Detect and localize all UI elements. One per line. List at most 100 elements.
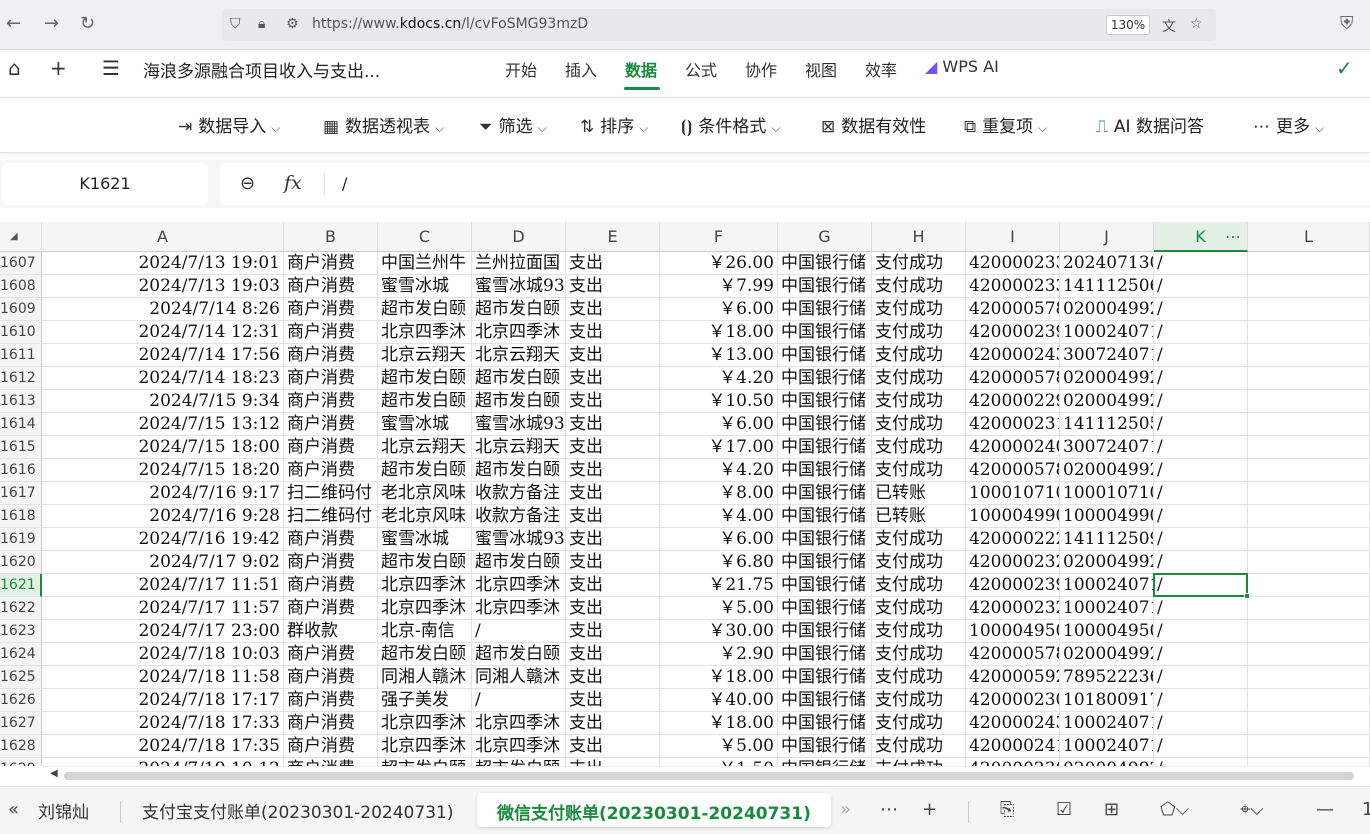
cell-a1620[interactable]: 2024/7/17 9:02: [42, 551, 284, 574]
cell-l1626[interactable]: [1248, 689, 1370, 712]
tab-efficiency[interactable]: 效率: [865, 57, 897, 81]
cell-i1627[interactable]: 4200002432: [966, 712, 1060, 735]
cell-e1623[interactable]: 支出: [566, 620, 660, 643]
cell-i1622[interactable]: 4200002321: [966, 597, 1060, 620]
cell-h1622[interactable]: 支付成功: [872, 597, 966, 620]
scroll-tabs-left-icon[interactable]: «: [8, 799, 19, 820]
cell-h1611[interactable]: 支付成功: [872, 344, 966, 367]
column-header-l[interactable]: L: [1248, 222, 1370, 252]
cell-j1618[interactable]: 1000049901: [1060, 505, 1154, 528]
cell-a1612[interactable]: 2024/7/14 18:23: [42, 367, 284, 390]
cell-k1615[interactable]: /: [1154, 436, 1248, 459]
cell-b1622[interactable]: 商户消费: [284, 597, 378, 620]
cell-d1620[interactable]: 超市发白颐: [472, 551, 566, 574]
cell-g1619[interactable]: 中国银行储: [778, 528, 872, 551]
cell-k1627[interactable]: /: [1154, 712, 1248, 735]
row-header[interactable]: 1622: [0, 597, 42, 620]
cell-a1629[interactable]: 2024/7/19 10:12: [42, 758, 284, 766]
zoom-level[interactable]: 130%: [1106, 15, 1150, 35]
cell-f1610[interactable]: ￥18.00: [660, 321, 778, 344]
cell-j1612[interactable]: 0200049920: [1060, 367, 1154, 390]
cell-f1607[interactable]: ￥26.00: [660, 252, 778, 275]
cell-d1613[interactable]: 超市发白颐: [472, 390, 566, 413]
fill-handle[interactable]: [1244, 593, 1250, 599]
cell-a1625[interactable]: 2024/7/18 11:58: [42, 666, 284, 689]
select-all-corner[interactable]: ◢: [0, 222, 42, 252]
cell-g1608[interactable]: 中国银行储: [778, 275, 872, 298]
cell-h1626[interactable]: 支付成功: [872, 689, 966, 712]
row-header[interactable]: 1615: [0, 436, 42, 459]
cell-b1627[interactable]: 商户消费: [284, 712, 378, 735]
cell-l1613[interactable]: [1248, 390, 1370, 413]
cell-h1625[interactable]: 支付成功: [872, 666, 966, 689]
cell-i1618[interactable]: 1000049901: [966, 505, 1060, 528]
cell-h1615[interactable]: 支付成功: [872, 436, 966, 459]
zoom-out-minus-icon[interactable]: —: [1316, 799, 1334, 820]
cell-k1626[interactable]: /: [1154, 689, 1248, 712]
cell-c1616[interactable]: 超市发白颐: [378, 459, 472, 482]
cell-k1616[interactable]: /: [1154, 459, 1248, 482]
cell-g1629[interactable]: 中国银行储: [778, 758, 872, 766]
cell-c1609[interactable]: 超市发白颐: [378, 298, 472, 321]
cell-f1624[interactable]: ￥2.90: [660, 643, 778, 666]
doc-title[interactable]: 海浪多源融合项目收入与支出...: [143, 57, 380, 82]
cell-i1610[interactable]: 4200002392: [966, 321, 1060, 344]
function-icon[interactable]: fx: [284, 172, 302, 194]
cell-f1627[interactable]: ￥18.00: [660, 712, 778, 735]
cell-a1609[interactable]: 2024/7/14 8:26: [42, 298, 284, 321]
cell-l1622[interactable]: [1248, 597, 1370, 620]
cell-e1608[interactable]: 支出: [566, 275, 660, 298]
cell-j1616[interactable]: 0200049920: [1060, 459, 1154, 482]
cell-b1620[interactable]: 商户消费: [284, 551, 378, 574]
cell-c1628[interactable]: 北京四季沐: [378, 735, 472, 758]
cell-b1626[interactable]: 商户消费: [284, 689, 378, 712]
cell-d1618[interactable]: 收款方备注: [472, 505, 566, 528]
cell-a1618[interactable]: 2024/7/16 9:28: [42, 505, 284, 528]
cell-e1624[interactable]: 支出: [566, 643, 660, 666]
cell-a1624[interactable]: 2024/7/18 10:03: [42, 643, 284, 666]
cell-d1609[interactable]: 超市发白颐: [472, 298, 566, 321]
cell-d1611[interactable]: 北京云翔天: [472, 344, 566, 367]
sheet-tab-prev[interactable]: 刘锦灿: [38, 798, 89, 823]
cell-h1608[interactable]: 支付成功: [872, 275, 966, 298]
cell-e1625[interactable]: 支出: [566, 666, 660, 689]
cell-e1612[interactable]: 支出: [566, 367, 660, 390]
cell-j1617[interactable]: 1000107101: [1060, 482, 1154, 505]
cell-l1620[interactable]: [1248, 551, 1370, 574]
cell-f1616[interactable]: ￥4.20: [660, 459, 778, 482]
cell-e1615[interactable]: 支出: [566, 436, 660, 459]
cell-l1616[interactable]: [1248, 459, 1370, 482]
cell-i1626[interactable]: 4200002301: [966, 689, 1060, 712]
cell-l1619[interactable]: [1248, 528, 1370, 551]
cell-h1616[interactable]: 支付成功: [872, 459, 966, 482]
row-header[interactable]: 1621: [0, 574, 42, 597]
cell-d1627[interactable]: 北京四季沐: [472, 712, 566, 735]
cell-e1609[interactable]: 支出: [566, 298, 660, 321]
sheet-tab-alipay[interactable]: 支付宝支付账单(20230301-20240731): [142, 798, 453, 823]
row-header[interactable]: 1625: [0, 666, 42, 689]
pivot-table-button[interactable]: ▦ 数据透视表 ⌵: [323, 112, 444, 137]
cell-a1622[interactable]: 2024/7/17 11:57: [42, 597, 284, 620]
cell-i1609[interactable]: 4200005787: [966, 298, 1060, 321]
row-header[interactable]: 1626: [0, 689, 42, 712]
cell-l1614[interactable]: [1248, 413, 1370, 436]
cell-d1612[interactable]: 超市发白颐: [472, 367, 566, 390]
tab-data[interactable]: 数据: [625, 57, 657, 81]
cell-l1609[interactable]: [1248, 298, 1370, 321]
cell-k1618[interactable]: /: [1154, 505, 1248, 528]
cell-h1618[interactable]: 已转账: [872, 505, 966, 528]
cell-c1625[interactable]: 同湘人赣沐: [378, 666, 472, 689]
cell-e1629[interactable]: 支出: [566, 758, 660, 766]
cell-h1629[interactable]: 支付成功: [872, 758, 966, 766]
cell-a1628[interactable]: 2024/7/18 17:35: [42, 735, 284, 758]
cell-l1621[interactable]: [1248, 574, 1370, 597]
image-icon[interactable]: ⊞: [1104, 799, 1119, 820]
cell-e1607[interactable]: 支出: [566, 252, 660, 275]
reload-icon[interactable]: ↻: [80, 13, 95, 34]
row-header[interactable]: 1612: [0, 367, 42, 390]
cell-a1615[interactable]: 2024/7/15 18:00: [42, 436, 284, 459]
cell-l1610[interactable]: [1248, 321, 1370, 344]
cell-c1612[interactable]: 超市发白颐: [378, 367, 472, 390]
cell-j1607[interactable]: 2024071301: [1060, 252, 1154, 275]
cell-k1621[interactable]: /: [1154, 574, 1248, 597]
